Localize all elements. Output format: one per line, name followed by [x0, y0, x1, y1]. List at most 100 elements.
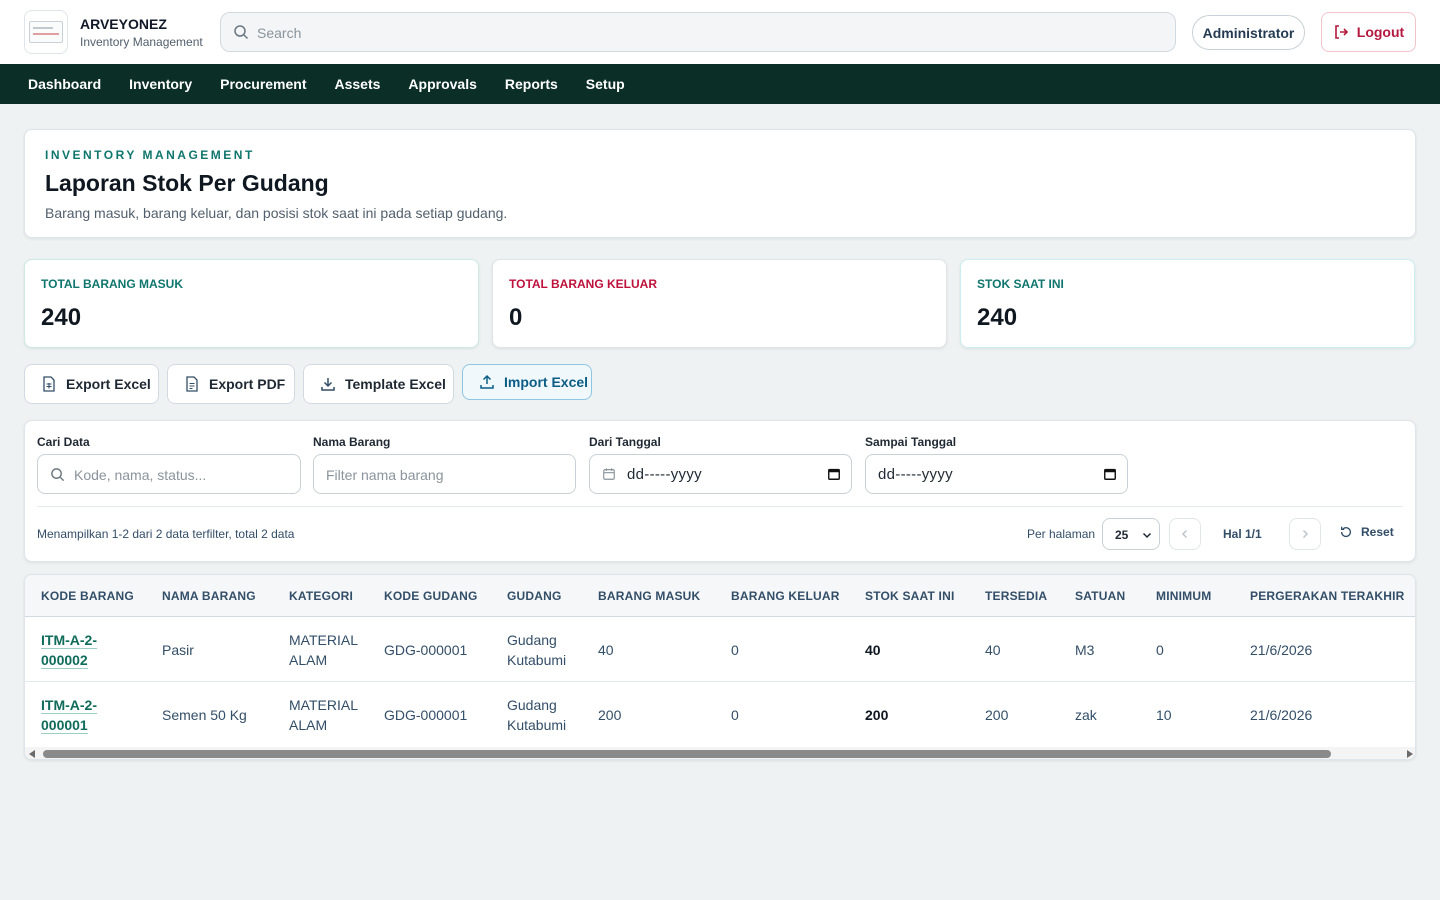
filter-panel: Cari Data Kode, nama, status... Nama Bar… [24, 420, 1416, 562]
name-filter-placeholder: Filter nama barang [326, 467, 444, 483]
stat-value: 240 [41, 304, 82, 331]
reset-label: Reset [1361, 525, 1394, 539]
column-header[interactable]: SATUAN [1075, 589, 1125, 603]
name-filter-label: Nama Barang [313, 435, 391, 449]
cell-item-name: Pasir [162, 642, 194, 658]
download-icon [321, 378, 335, 391]
nav-item-procurement[interactable]: Procurement [220, 76, 306, 92]
nav-item-inventory[interactable]: Inventory [129, 76, 192, 92]
cell-in: 200 [598, 707, 622, 723]
stat-label: TOTAL BARANG MASUK [41, 277, 183, 291]
from-date-label: Dari Tanggal [589, 435, 661, 449]
import-excel-button[interactable]: Import Excel [462, 364, 592, 400]
template-excel-button[interactable]: Template Excel [303, 364, 454, 404]
table-header: KODE BARANG NAMA BARANG KATEGORI KODE GU… [25, 575, 1415, 617]
cell-last-movement: 21/6/2026 [1250, 707, 1313, 723]
prev-page-button[interactable] [1169, 518, 1201, 550]
item-code-link[interactable]: ITM-A-2-000001 [41, 695, 121, 735]
chevron-left-icon [1182, 530, 1187, 538]
column-header[interactable]: GUDANG [507, 589, 562, 603]
export-pdf-label: Export PDF [209, 376, 286, 392]
column-header[interactable]: STOK SAAT INI [865, 589, 955, 603]
search-icon [234, 25, 249, 40]
export-excel-label: Export Excel [66, 376, 151, 392]
table-row[interactable]: ITM-A-2-000001 Semen 50 Kg MATERIAL ALAM… [25, 682, 1415, 747]
calendar-icon [603, 468, 615, 480]
upload-icon [480, 374, 494, 389]
page-header-card: INVENTORY MANAGEMENT Laporan Stok Per Gu… [24, 129, 1416, 238]
page-indicator: Hal 1/1 [1223, 527, 1262, 541]
spreadsheet-icon [43, 376, 55, 392]
column-header[interactable]: BARANG KELUAR [731, 589, 840, 603]
page-eyebrow: INVENTORY MANAGEMENT [45, 148, 255, 162]
export-pdf-button[interactable]: Export PDF [167, 364, 295, 404]
import-excel-label: Import Excel [504, 374, 589, 390]
search-placeholder: Search [257, 25, 302, 41]
logout-icon [1334, 25, 1348, 39]
name-filter-input[interactable]: Filter nama barang [313, 454, 576, 494]
cell-current-stock: 40 [865, 642, 881, 658]
column-header[interactable]: KATEGORI [289, 589, 353, 603]
scrollbar-thumb[interactable] [43, 750, 1331, 758]
stat-label: STOK SAAT INI [977, 277, 1064, 291]
logout-button[interactable]: Logout [1321, 12, 1416, 52]
user-menu-button[interactable]: Administrator [1192, 15, 1305, 50]
column-header[interactable]: KODE GUDANG [384, 589, 478, 603]
page-title: Laporan Stok Per Gudang [45, 170, 329, 196]
nav-item-setup[interactable]: Setup [586, 76, 625, 92]
column-header[interactable]: KODE BARANG [41, 589, 134, 603]
column-header[interactable]: PERGERAKAN TERAKHIR [1250, 589, 1404, 603]
calendar-picker-icon[interactable] [1103, 467, 1117, 481]
search-filter-input[interactable]: Kode, nama, status... [37, 454, 301, 494]
horizontal-scrollbar[interactable] [25, 747, 1415, 759]
cell-minimum: 0 [1156, 642, 1164, 658]
stat-label: TOTAL BARANG KELUAR [509, 277, 657, 291]
app-logo[interactable] [24, 10, 68, 54]
stat-card-total-in: TOTAL BARANG MASUK 240 [24, 259, 479, 348]
table-row[interactable]: ITM-A-2-000002 Pasir MATERIAL ALAM GDG-0… [25, 617, 1415, 682]
to-date-value: dd-----yyyy [878, 466, 953, 483]
document-icon [186, 376, 198, 392]
cell-unit: M3 [1075, 642, 1095, 658]
per-page-select[interactable]: 25 [1102, 518, 1160, 550]
logout-label: Logout [1356, 24, 1405, 40]
chevron-right-icon [1303, 530, 1308, 538]
cell-minimum: 10 [1156, 707, 1172, 723]
nav-item-approvals[interactable]: Approvals [408, 76, 476, 92]
item-code-link[interactable]: ITM-A-2-000002 [41, 630, 121, 670]
cell-category: MATERIAL ALAM [289, 697, 358, 733]
search-icon [51, 468, 65, 482]
to-date-input[interactable]: dd-----yyyy [865, 454, 1128, 494]
chevron-down-icon [1142, 532, 1152, 539]
page-description: Barang masuk, barang keluar, dan posisi … [45, 205, 508, 221]
from-date-value: dd-----yyyy [627, 466, 702, 483]
from-date-input[interactable]: dd-----yyyy [589, 454, 852, 494]
cell-unit: zak [1075, 707, 1097, 723]
cell-out: 0 [731, 642, 739, 658]
column-header[interactable]: MINIMUM [1156, 589, 1211, 603]
global-search-input[interactable]: Search [220, 12, 1176, 52]
nav-item-dashboard[interactable]: Dashboard [28, 76, 101, 92]
search-filter-label: Cari Data [37, 435, 90, 449]
next-page-button[interactable] [1289, 518, 1321, 550]
cell-available: 200 [985, 707, 1009, 723]
column-header[interactable]: BARANG MASUK [598, 589, 700, 603]
scroll-left-icon[interactable] [29, 750, 35, 758]
cell-last-movement: 21/6/2026 [1250, 642, 1313, 658]
cell-in: 40 [598, 642, 614, 658]
scroll-right-icon[interactable] [1407, 750, 1413, 758]
calendar-picker-icon[interactable] [827, 467, 841, 481]
nav-item-reports[interactable]: Reports [505, 76, 558, 92]
reset-button[interactable]: Reset [1339, 525, 1394, 539]
nav-item-assets[interactable]: Assets [335, 76, 381, 92]
main-nav: Dashboard Inventory Procurement Assets A… [0, 64, 1440, 104]
search-filter-placeholder: Kode, nama, status... [74, 467, 207, 483]
column-header[interactable]: TERSEDIA [985, 589, 1047, 603]
top-header: ARVEYONEZ Inventory Management Search Ad… [0, 0, 1440, 64]
per-page-value: 25 [1115, 528, 1129, 542]
cell-warehouse: Gudang Kutabumi [507, 632, 567, 668]
export-excel-button[interactable]: Export Excel [24, 364, 159, 404]
column-header[interactable]: NAMA BARANG [162, 589, 256, 603]
filter-divider [37, 506, 1403, 507]
template-excel-label: Template Excel [345, 376, 446, 392]
